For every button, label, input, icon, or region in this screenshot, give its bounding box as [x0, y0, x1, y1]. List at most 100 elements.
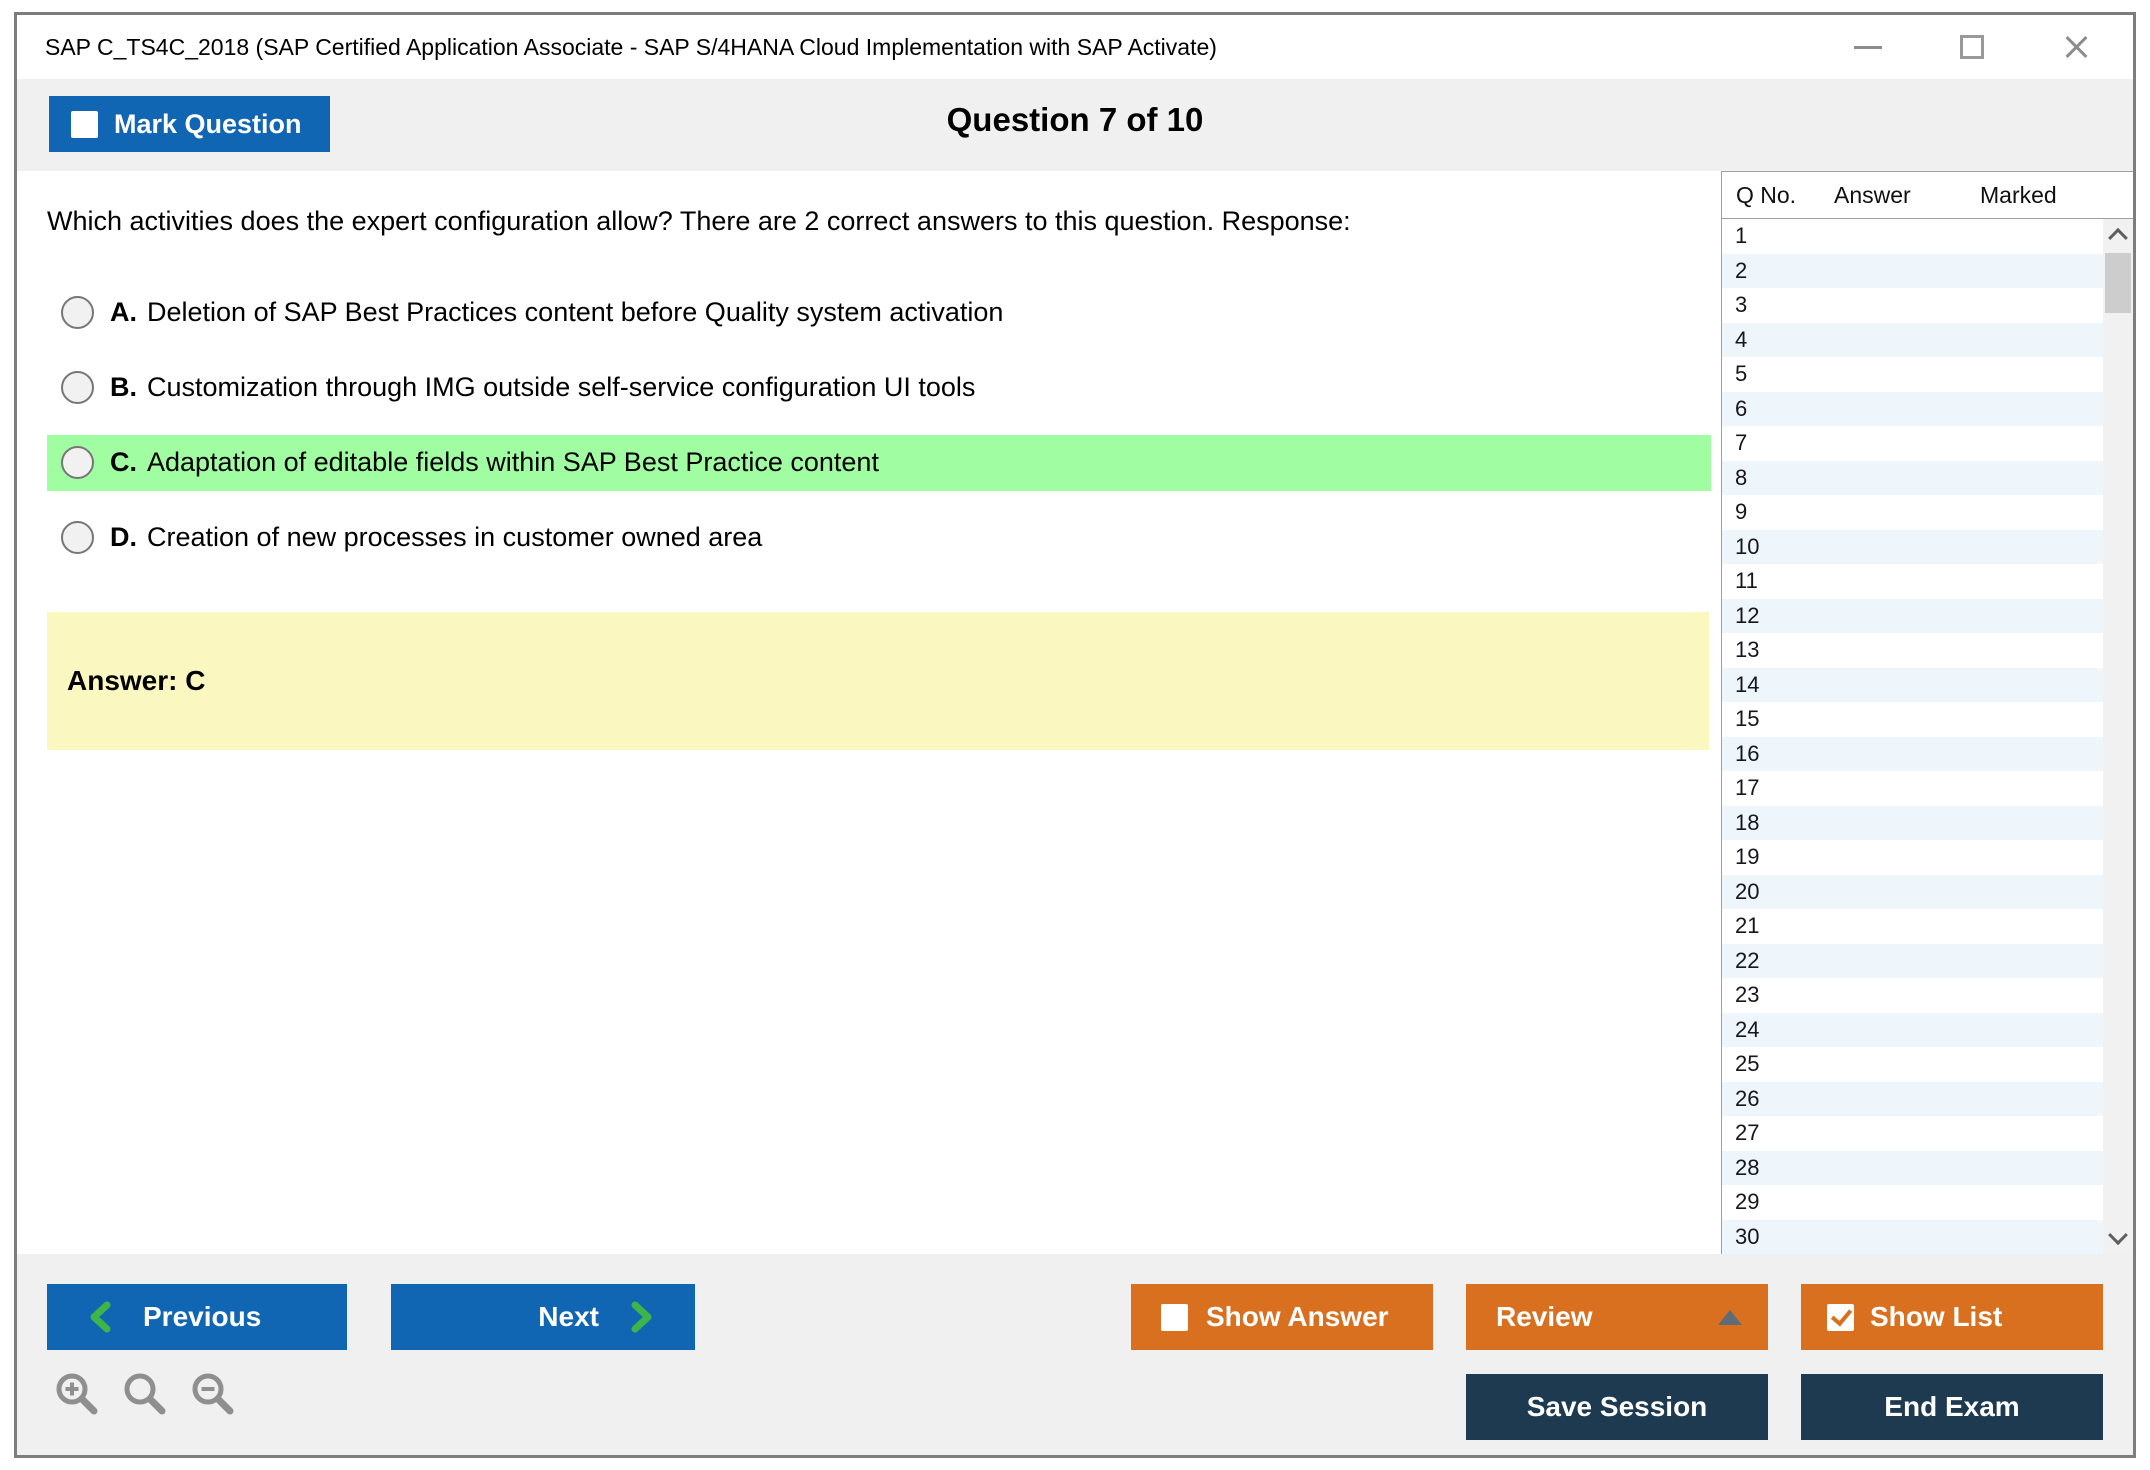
question-panel: Which activities does the expert configu… — [17, 171, 1721, 1254]
question-list-row[interactable]: 7 — [1722, 426, 2103, 461]
show-answer-checkbox-icon — [1161, 1304, 1188, 1331]
save-session-button[interactable]: Save Session — [1466, 1374, 1768, 1440]
maximize-button[interactable] — [1955, 30, 1989, 64]
answer-label: Answer: C — [67, 665, 205, 697]
exam-app-window: SAP C_TS4C_2018 (SAP Certified Applicati… — [14, 12, 2136, 1458]
question-list-row[interactable]: 22 — [1722, 944, 2103, 979]
scrollbar-thumb[interactable] — [2105, 253, 2131, 313]
question-list-row[interactable]: 15 — [1722, 702, 2103, 737]
question-list-row[interactable]: 26 — [1722, 1082, 2103, 1117]
option-a-letter: A. — [110, 297, 137, 328]
answer-options: A. Deletion of SAP Best Practices conten… — [17, 285, 1721, 566]
zoom-reset-icon[interactable] — [121, 1370, 169, 1418]
close-button[interactable] — [2059, 30, 2093, 64]
question-list-rows: 1234567891011121314151617181920212223242… — [1722, 219, 2103, 1254]
option-b-text: Customization through IMG outside self-s… — [147, 372, 975, 403]
question-list-header: Q No. Answer Marked — [1722, 172, 2133, 219]
question-list-scrollbar[interactable] — [2103, 219, 2133, 1254]
question-list-row[interactable]: 18 — [1722, 806, 2103, 841]
review-label: Review — [1496, 1301, 1593, 1333]
show-answer-button[interactable]: Show Answer — [1131, 1284, 1433, 1350]
row-q-number: 20 — [1735, 879, 1759, 905]
previous-button[interactable]: Previous — [47, 1284, 347, 1350]
question-list-row[interactable]: 13 — [1722, 633, 2103, 668]
chevron-up-icon — [2108, 228, 2128, 248]
row-q-number: 12 — [1735, 603, 1759, 629]
row-q-number: 18 — [1735, 810, 1759, 836]
end-exam-label: End Exam — [1884, 1391, 2019, 1423]
question-list-row[interactable]: 10 — [1722, 530, 2103, 565]
question-list-row[interactable]: 16 — [1722, 737, 2103, 772]
row-q-number: 13 — [1735, 637, 1759, 663]
option-c-text: Adaptation of editable fields within SAP… — [147, 447, 879, 478]
show-list-checkbox-icon — [1827, 1304, 1854, 1331]
minimize-button[interactable] — [1851, 30, 1885, 64]
content-area: Which activities does the expert configu… — [17, 171, 2133, 1254]
question-list-row[interactable]: 5 — [1722, 357, 2103, 392]
next-button[interactable]: Next — [391, 1284, 695, 1350]
row-q-number: 3 — [1735, 292, 1747, 318]
row-q-number: 16 — [1735, 741, 1759, 767]
option-a-radio[interactable] — [61, 296, 94, 329]
header-band: Mark Question Question 7 of 10 — [17, 79, 2133, 171]
row-q-number: 2 — [1735, 258, 1747, 284]
option-c-radio[interactable] — [61, 446, 94, 479]
zoom-toolbar — [53, 1370, 237, 1418]
question-list-row[interactable]: 28 — [1722, 1151, 2103, 1186]
question-list-row[interactable]: 12 — [1722, 599, 2103, 634]
row-q-number: 11 — [1735, 568, 1758, 594]
scroll-down-button[interactable] — [2103, 1222, 2133, 1254]
option-d[interactable]: D. Creation of new processes in customer… — [47, 510, 1711, 566]
show-list-button[interactable]: Show List — [1801, 1284, 2103, 1350]
option-c[interactable]: C. Adaptation of editable fields within … — [47, 435, 1711, 491]
question-list-row[interactable]: 29 — [1722, 1185, 2103, 1220]
question-list-row[interactable]: 17 — [1722, 771, 2103, 806]
row-q-number: 1 — [1735, 223, 1747, 249]
end-exam-button[interactable]: End Exam — [1801, 1374, 2103, 1440]
scroll-up-button[interactable] — [2103, 219, 2133, 251]
zoom-in-icon[interactable] — [53, 1370, 101, 1418]
question-list-row[interactable]: 27 — [1722, 1116, 2103, 1151]
question-list-row[interactable]: 19 — [1722, 840, 2103, 875]
question-list-row[interactable]: 1 — [1722, 219, 2103, 254]
zoom-out-icon[interactable] — [189, 1370, 237, 1418]
row-q-number: 28 — [1735, 1155, 1759, 1181]
question-list-row[interactable]: 9 — [1722, 495, 2103, 530]
question-list-row[interactable]: 23 — [1722, 978, 2103, 1013]
option-b-radio[interactable] — [61, 371, 94, 404]
question-list-row[interactable]: 21 — [1722, 909, 2103, 944]
previous-label: Previous — [143, 1301, 261, 1333]
column-marked: Marked — [1980, 182, 2133, 209]
chevron-left-icon — [87, 1300, 113, 1334]
question-list-row[interactable]: 25 — [1722, 1047, 2103, 1082]
question-list-row[interactable]: 6 — [1722, 392, 2103, 427]
row-q-number: 24 — [1735, 1017, 1759, 1043]
question-list-row[interactable]: 14 — [1722, 668, 2103, 703]
minimize-icon — [1854, 46, 1882, 49]
row-q-number: 17 — [1735, 775, 1759, 801]
row-q-number: 30 — [1735, 1224, 1759, 1250]
show-list-label: Show List — [1870, 1301, 2002, 1333]
question-list-row[interactable]: 2 — [1722, 254, 2103, 289]
review-button[interactable]: Review — [1466, 1284, 1768, 1350]
row-q-number: 8 — [1735, 465, 1747, 491]
question-list-row[interactable]: 24 — [1722, 1013, 2103, 1048]
question-list-row[interactable]: 30 — [1722, 1220, 2103, 1255]
option-d-radio[interactable] — [61, 521, 94, 554]
next-label: Next — [538, 1301, 599, 1333]
row-q-number: 14 — [1735, 672, 1759, 698]
question-list-body: 1234567891011121314151617181920212223242… — [1722, 219, 2133, 1254]
save-session-label: Save Session — [1527, 1391, 1708, 1423]
question-list-row[interactable]: 11 — [1722, 564, 2103, 599]
question-list-row[interactable]: 20 — [1722, 875, 2103, 910]
maximize-icon — [1960, 35, 1984, 59]
answer-reveal-box: Answer: C — [47, 612, 1709, 750]
option-a[interactable]: A. Deletion of SAP Best Practices conten… — [47, 285, 1711, 341]
title-bar: SAP C_TS4C_2018 (SAP Certified Applicati… — [17, 15, 2133, 79]
question-list-row[interactable]: 8 — [1722, 461, 2103, 496]
option-a-text: Deletion of SAP Best Practices content b… — [147, 297, 1003, 328]
option-b[interactable]: B. Customization through IMG outside sel… — [47, 360, 1711, 416]
question-list-row[interactable]: 3 — [1722, 288, 2103, 323]
row-q-number: 27 — [1735, 1120, 1759, 1146]
question-list-row[interactable]: 4 — [1722, 323, 2103, 358]
